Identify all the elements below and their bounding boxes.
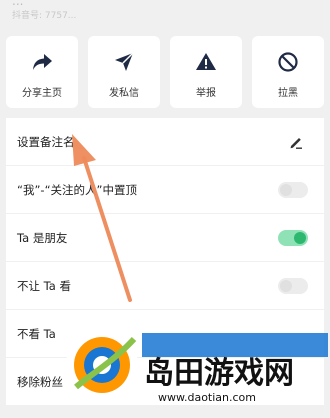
pen-icon[interactable]: [288, 134, 304, 150]
block-icon: [252, 50, 324, 74]
send-icon: [88, 50, 160, 74]
hide-from-row[interactable]: 不让 Ta 看: [6, 262, 324, 309]
site-watermark: 岛田游戏网 www.daotian.com: [62, 325, 330, 405]
hide-from-toggle[interactable]: [278, 278, 308, 294]
share-profile-label: 分享主页: [22, 88, 62, 99]
remove-follower-label: 移除粉丝: [17, 375, 63, 389]
pin-in-following-label: “我”-“关注的人”中置顶: [17, 183, 137, 197]
set-remark-row[interactable]: 设置备注名: [6, 118, 324, 165]
pin-in-following-row[interactable]: “我”-“关注的人”中置顶: [6, 166, 324, 213]
is-friend-toggle[interactable]: [278, 230, 308, 246]
toggle-knob: [280, 184, 292, 196]
watermark-logo-icon: 岛田游戏网 www.daotian.com: [66, 329, 328, 404]
set-remark-label: 设置备注名: [17, 135, 75, 149]
profile-header-remnant: ... 抖音号: 7757...: [0, 0, 330, 30]
profile-id-fragment: 抖音号: 7757...: [12, 11, 77, 21]
profile-name-fragment: ...: [12, 0, 24, 8]
toggle-knob: [280, 280, 292, 292]
toggle-knob: [294, 232, 306, 244]
is-friend-label: Ta 是朋友: [17, 231, 68, 245]
quick-actions: 分享主页 发私信 举报 拉黑: [6, 36, 324, 108]
report-label: 举报: [196, 88, 216, 99]
watermark-url: www.daotian.com: [158, 391, 256, 404]
share-profile-button[interactable]: 分享主页: [6, 36, 78, 108]
send-message-label: 发私信: [109, 88, 139, 99]
report-button[interactable]: 举报: [170, 36, 242, 108]
hide-from-label: 不让 Ta 看: [17, 279, 71, 293]
watermark-text: 岛田游戏网: [144, 356, 294, 391]
block-button[interactable]: 拉黑: [252, 36, 324, 108]
dont-see-label: 不看 Ta: [17, 327, 56, 341]
warning-icon: [170, 50, 242, 74]
is-friend-row[interactable]: Ta 是朋友: [6, 214, 324, 261]
send-message-button[interactable]: 发私信: [88, 36, 160, 108]
pin-in-following-toggle[interactable]: [278, 182, 308, 198]
share-icon: [6, 50, 78, 74]
block-label: 拉黑: [278, 88, 298, 99]
